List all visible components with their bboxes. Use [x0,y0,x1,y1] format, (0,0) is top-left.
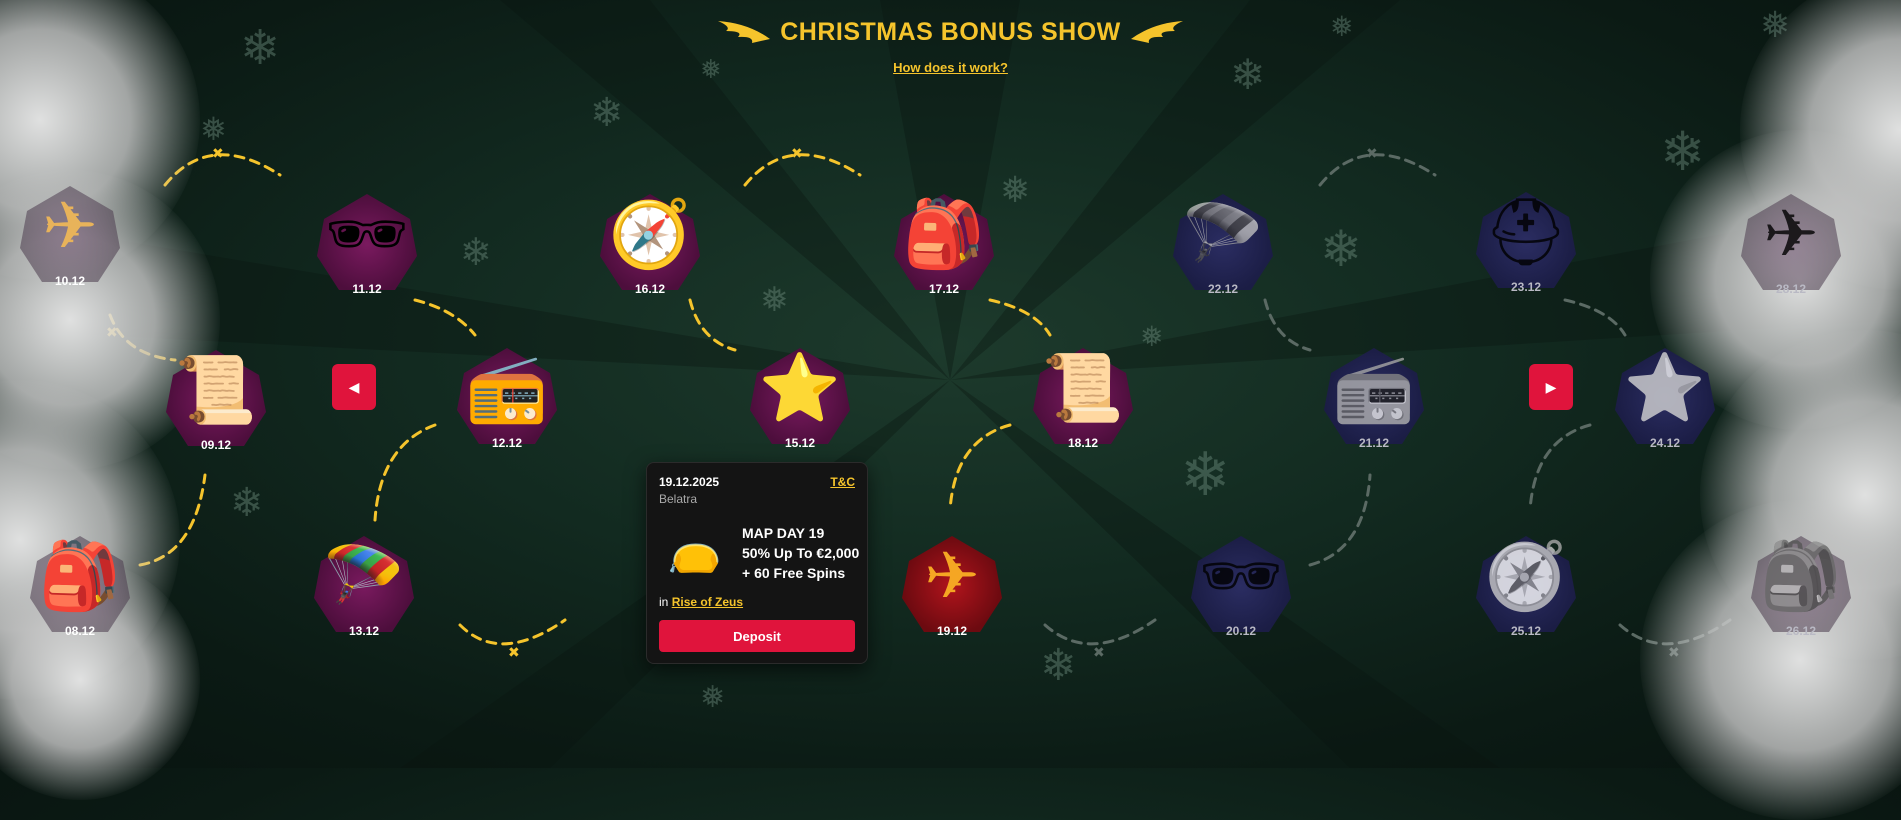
day-date: 25.12 [1510,624,1542,638]
page-title: CHRISTMAS BONUS SHOW [718,18,1183,47]
day-node-2312[interactable]: ⛑ 23.12 [1466,178,1586,298]
game-reference: in Rise of Zeus [659,595,743,609]
day-date: 10.12 [54,274,86,288]
offer-text: MAP DAY 19 50% Up To €2,000 + 60 Free Sp… [742,523,859,583]
day-date: 26.12 [1785,624,1817,638]
offer-line-2: 50% Up To €2,000 [742,545,860,561]
day-node-1712[interactable]: 🎒 17.12 [884,180,1004,300]
backpack-icon: 🎒 [38,537,122,615]
left-wing-icon [718,20,771,43]
day-date: 19.12 [936,624,968,638]
next-arrow-button[interactable]: ▶ [1529,364,1573,410]
day-node-2412[interactable]: ⭐ 24.12 [1605,334,1725,454]
day-node-2512[interactable]: 🧭 25.12 [1466,522,1586,642]
day-node-1912[interactable]: ✈ 19.12 [892,522,1012,642]
day-date: 28.12 [1775,282,1807,296]
svg-text:✖: ✖ [1093,645,1105,661]
day-date: 09.12 [200,438,232,452]
biplane-icon: ✈ [1763,195,1819,273]
day-date: 24.12 [1649,436,1681,450]
compass-icon: 🧭 [608,195,692,273]
day-date: 15.12 [784,436,816,450]
compass-icon: 🧭 [1484,537,1568,615]
day-node-1212[interactable]: 📻 12.12 [447,334,567,454]
biplane-icon: ✈ [924,537,980,615]
winged-star-badge-icon: ⭐ [1623,349,1707,427]
day-node-0812[interactable]: 🎒 08.12 [20,522,140,642]
day-node-1312[interactable]: 🪂 13.12 [304,522,424,642]
day-date: 20.12 [1225,624,1257,638]
winged-star-badge-icon: ⭐ [758,349,842,427]
day-node-1612[interactable]: 🧭 16.12 [590,180,710,300]
svg-text:✖: ✖ [791,146,803,162]
backpack-icon: 🎒 [902,195,986,273]
day-node-2112[interactable]: 📻 21.12 [1314,334,1434,454]
day-node-2212[interactable]: 🪂 22.12 [1163,180,1283,300]
chevron-right-icon: ▶ [1545,378,1557,395]
offer-line-1: MAP DAY 19 [742,525,825,541]
backpack-icon: 🎒 [1759,537,1843,615]
svg-text:✖: ✖ [212,146,224,162]
day-node-1012[interactable]: ✈ 10.12 [10,172,130,292]
map-scroll-icon: 📜 [174,351,258,429]
day-node-1812[interactable]: 📜 18.12 [1023,334,1143,454]
day-date: 23.12 [1510,280,1542,294]
radio-transmitter-icon: 📻 [465,349,549,427]
gift-bag-icon: 👝 [667,524,722,575]
how-it-works-link[interactable]: How does it work? [0,60,1901,75]
deposit-button[interactable]: Deposit [659,620,855,652]
popup-date: 19.12.2025 [659,475,720,489]
day-date: 08.12 [64,624,96,638]
right-wing-icon [1130,20,1183,43]
bonus-popup: 19.12.2025 Belatra T&C 👝 MAP DAY 19 50% … [646,462,868,664]
header: CHRISTMAS BONUS SHOW How does it work? [0,18,1901,75]
terms-link[interactable]: T&C [830,475,855,489]
day-date: 16.12 [634,282,666,296]
offer-line-3: + 60 Free Spins [742,565,846,581]
pilot-helmet-icon: ⛑ [1484,193,1568,271]
day-date: 17.12 [928,282,960,296]
in-label: in [659,595,669,609]
svg-text:✖: ✖ [508,645,520,661]
biplane-icon: ✈ [42,187,98,265]
day-node-2812[interactable]: ✈ 28.12 [1731,180,1851,300]
day-node-1512[interactable]: ⭐ 15.12 [740,334,860,454]
radio-transmitter-icon: 📻 [1332,349,1416,427]
chevron-left-icon: ◀ [348,378,360,395]
day-date: 22.12 [1207,282,1239,296]
map-scroll-icon: 📜 [1041,349,1125,427]
day-node-2012[interactable]: 🕶 20.12 [1181,522,1301,642]
svg-text:✖: ✖ [1366,146,1378,162]
game-link[interactable]: Rise of Zeus [672,595,743,609]
day-date: 21.12 [1358,436,1390,450]
day-date: 12.12 [491,436,523,450]
parachute-crate-icon: 🪂 [322,537,406,615]
aviator-sunglasses-icon: 🕶 [325,195,409,273]
popup-provider: Belatra [659,492,698,506]
day-date: 13.12 [348,624,380,638]
title-text: CHRISTMAS BONUS SHOW [780,18,1121,46]
day-node-0912[interactable]: 📜 09.12 [156,336,276,456]
prev-arrow-button[interactable]: ◀ [332,364,376,410]
parachute-crate-icon: 🪂 [1181,195,1265,273]
day-date: 18.12 [1067,436,1099,450]
day-date: 11.12 [352,282,382,296]
day-node-1112[interactable]: 🕶 11.12 [307,180,427,300]
aviator-sunglasses-icon: 🕶 [1199,537,1283,615]
day-node-2612[interactable]: 🎒 26.12 [1741,522,1861,642]
